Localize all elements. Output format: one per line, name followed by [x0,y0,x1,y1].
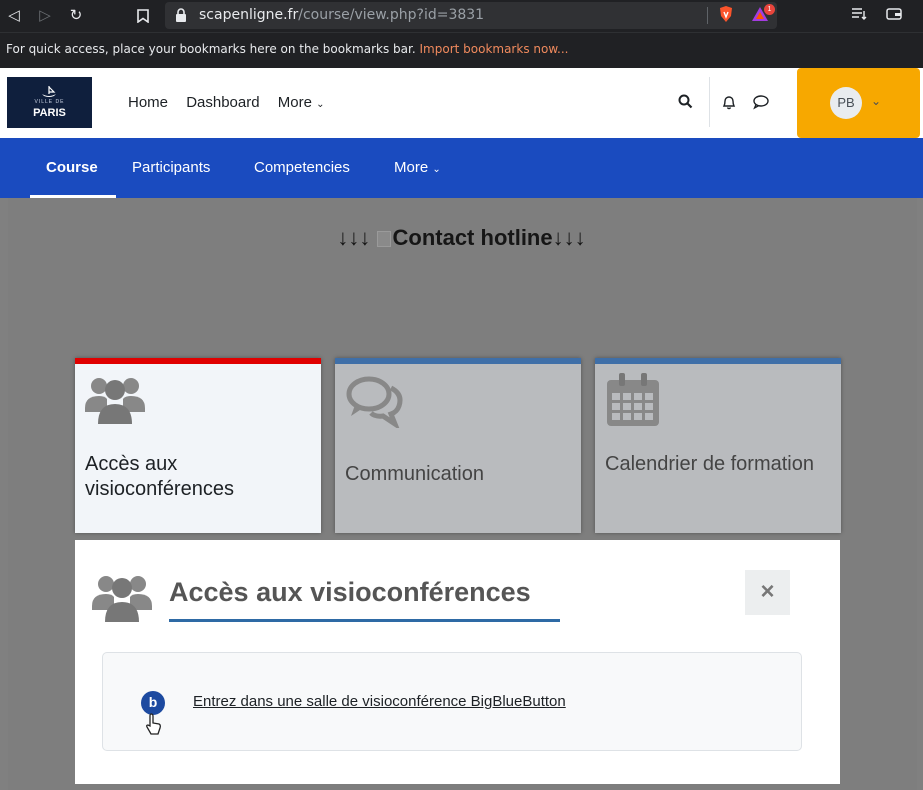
bookmarks-hint: For quick access, place your bookmarks h… [6,42,416,56]
bell-icon[interactable] [721,94,737,114]
chevron-down-icon: ⌄ [871,94,882,108]
tile-topbar [335,358,581,364]
course-secondary-nav: Course Participants Competencies More ⌄ [0,138,923,198]
calendar-icon [607,373,659,426]
brave-shield-icon[interactable] [718,5,734,23]
site-logo[interactable]: VILLE DE PARIS [7,77,92,128]
hotline-label: Contact hotline [392,225,553,250]
tab-more[interactable]: More ⌄ [394,159,441,176]
tile-communication[interactable]: Communication [335,358,581,533]
wallet-icon[interactable] [886,7,902,24]
site-header: VILLE DE PARIS Home Dashboard More ⌄ PB … [0,68,923,138]
browser-toolbar: ◁ ▷ ↻ scapenligne.fr/course/view.php?id=… [0,0,923,32]
title-underline [169,619,560,622]
forward-icon[interactable]: ▷ [35,6,55,26]
hand-cursor-icon [146,713,161,735]
activity-bigbluebutton: b Entrez dans une salle de visioconféren… [102,652,802,751]
tile-label: Communication [345,463,484,485]
header-divider [709,77,710,127]
reload-icon[interactable]: ↻ [66,6,86,26]
nav-more[interactable]: More ⌄ [278,94,325,111]
tab-competencies[interactable]: Competencies [254,159,350,176]
users-icon [85,378,145,424]
tab-participants[interactable]: Participants [132,159,210,176]
messages-icon[interactable] [752,94,770,114]
chevron-down-icon: ⌄ [316,99,325,110]
comments-icon [346,376,403,428]
tile-topbar [75,358,321,364]
primary-nav: Home Dashboard More ⌄ [128,94,339,111]
bookmark-icon[interactable] [133,6,153,26]
bigbluebutton-icon[interactable]: b [141,691,165,715]
import-bookmarks-link[interactable]: Import bookmarks now... [420,42,569,56]
rewards-badge: 1 [764,4,775,15]
nav-dashboard[interactable]: Dashboard [186,94,259,111]
tile-label: Accès aux visioconférences [85,453,234,500]
back-icon[interactable]: ◁ [4,6,24,26]
tab-course[interactable]: Course [46,159,98,176]
tile-topbar [595,358,841,364]
address-bar[interactable]: scapenligne.fr/course/view.php?id=3831 [165,2,777,29]
users-icon [92,576,152,622]
chevron-down-icon: ⌄ [432,164,441,175]
close-button[interactable]: × [745,570,790,615]
tile-calendrier[interactable]: Calendrier de formation [595,358,841,533]
url-text: scapenligne.fr/course/view.php?id=3831 [199,7,485,23]
section-title: Accès aux visioconférences [169,577,531,607]
avatar: PB [830,87,862,119]
nav-home[interactable]: Home [128,94,168,111]
search-icon[interactable] [678,94,693,113]
tile-visioconferences[interactable]: Accès aux visioconférences [75,358,321,533]
reading-list-icon[interactable] [851,7,869,24]
lock-icon [176,8,186,22]
tile-label: Calendrier de formation [605,453,814,475]
bookmarks-bar: For quick access, place your bookmarks h… [0,32,923,68]
user-menu[interactable]: PB ⌄ [797,68,920,138]
broken-image-icon [376,231,391,247]
section-panel: Accès aux visioconférences × b Entrez da… [75,540,840,784]
activity-link[interactable]: Entrez dans une salle de visioconférence… [193,693,566,710]
hotline-banner[interactable]: ↓↓↓ Contact hotline↓↓↓ [0,225,923,251]
